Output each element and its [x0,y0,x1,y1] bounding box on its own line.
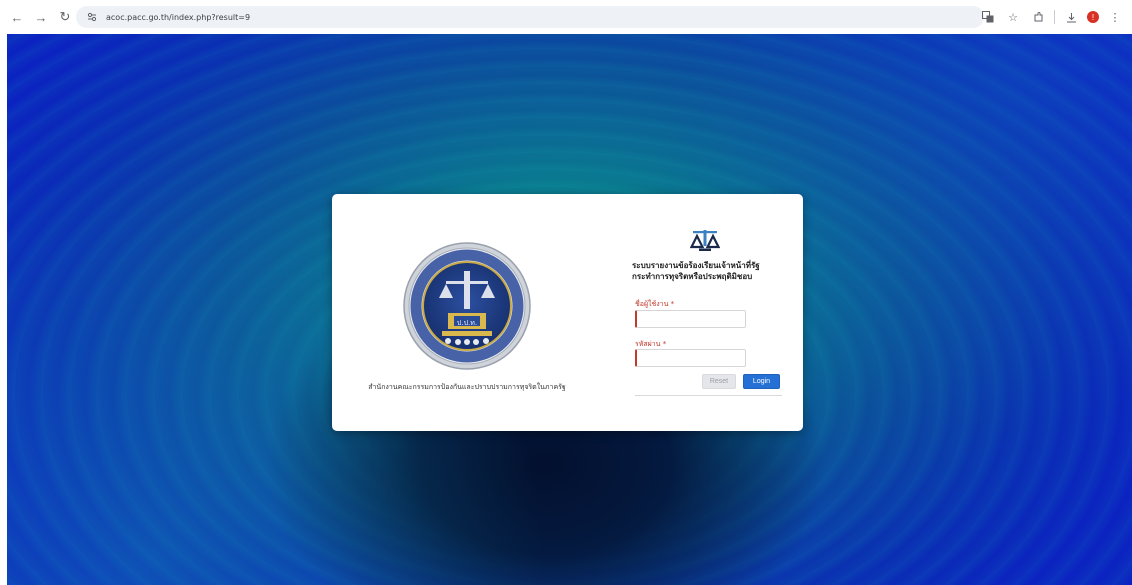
back-icon[interactable]: ← [6,6,28,28]
login-card: ป.ป.ท. สำนักงานคณะกรรมการป้องกันและปราบป… [332,194,803,431]
reset-button[interactable]: Reset [702,374,736,389]
browser-toolbar: ← → ↻ acoc.pacc.go.th/index.php?result=9… [0,0,1132,34]
svg-text:ป.ป.ท.: ป.ป.ท. [457,319,477,327]
address-bar[interactable]: acoc.pacc.go.th/index.php?result=9 [76,6,984,28]
password-input[interactable] [635,349,746,367]
bookmark-star-icon[interactable]: ☆ [1004,8,1022,26]
extensions-icon[interactable] [1029,8,1047,26]
username-label: ชื่อผู้ใช้งาน * [635,300,675,308]
download-icon[interactable] [1062,8,1080,26]
reload-icon[interactable]: ↻ [54,6,76,28]
forward-icon[interactable]: → [30,6,52,28]
translate-icon[interactable] [979,8,997,26]
toolbar-divider [1054,10,1055,24]
justice-scale-icon [690,230,720,251]
organization-seal-logo: ป.ป.ท. [403,242,531,370]
more-menu-icon[interactable]: ⋮ [1106,8,1124,26]
organization-name: สำนักงานคณะกรรมการป้องกันและปราบปรามการท… [368,383,566,391]
login-form: ระบบรายงานข้อร้องเรียนเจ้าหน้าที่รัฐ กระ… [632,194,792,431]
organization-panel: ป.ป.ท. สำนักงานคณะกรรมการป้องกันและปราบป… [332,194,602,431]
toolbar-actions: ☆ ! ⋮ [979,6,1124,28]
url-text[interactable]: acoc.pacc.go.th/index.php?result=9 [106,13,250,22]
system-title-line2: กระทำการทุจริตหรือประพฤติมิชอบ [632,272,753,281]
login-button[interactable]: Login [743,374,780,389]
form-divider [635,395,782,396]
page-background: ป.ป.ท. สำนักงานคณะกรรมการป้องกันและปราบป… [7,34,1132,585]
system-title: ระบบรายงานข้อร้องเรียนเจ้าหน้าที่รัฐ กระ… [632,260,792,282]
username-input[interactable] [635,310,746,328]
system-title-line1: ระบบรายงานข้อร้องเรียนเจ้าหน้าที่รัฐ [632,261,760,270]
site-info-icon[interactable] [84,9,100,25]
profile-icon[interactable]: ! [1087,11,1099,23]
